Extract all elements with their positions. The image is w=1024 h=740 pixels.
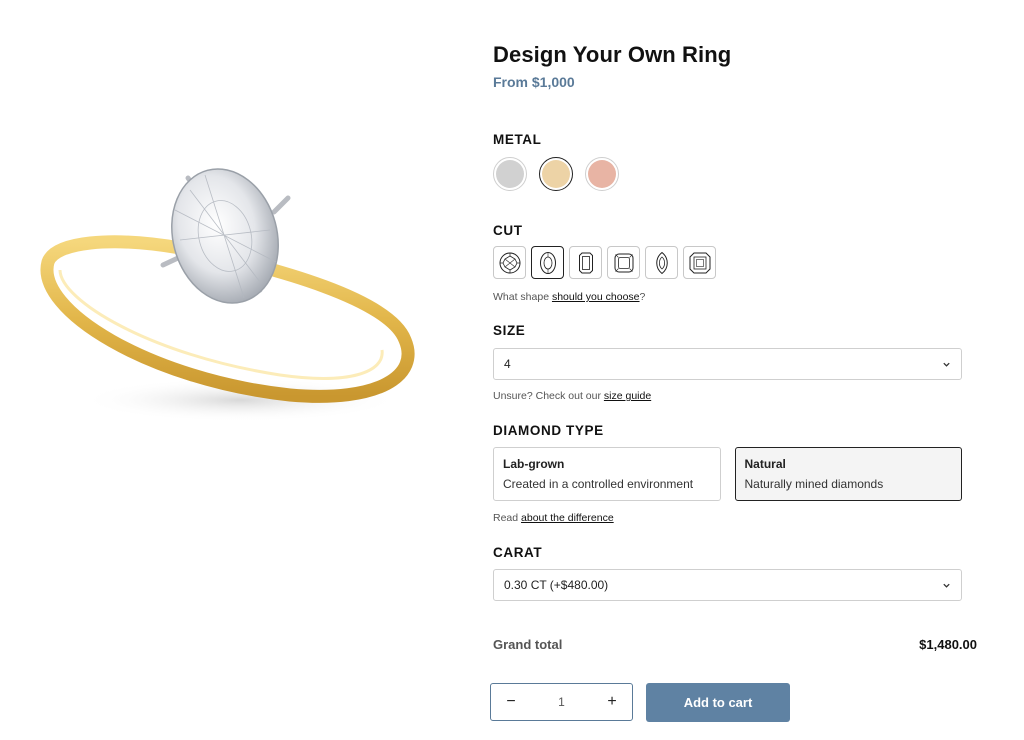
grand-total-value: $1,480.00 xyxy=(919,637,977,652)
metal-swatches xyxy=(493,157,619,191)
quantity-stepper: − + xyxy=(490,683,633,721)
ring-illustration xyxy=(40,168,415,422)
chevron-down-icon xyxy=(943,583,950,588)
cut-options xyxy=(493,246,716,279)
metal-swatch-yellow-gold[interactable] xyxy=(539,157,573,191)
emerald-cut-icon xyxy=(578,252,593,273)
cut-label: CUT xyxy=(493,223,523,238)
difference-link[interactable]: about the difference xyxy=(521,512,614,524)
marquise-cut-icon xyxy=(655,251,668,274)
quantity-increase-button[interactable]: + xyxy=(602,693,622,711)
carat-select[interactable]: 0.30 CT (+$480.00) xyxy=(493,569,962,601)
diamond-type-lab-grown[interactable]: Lab-grown Created in a controlled enviro… xyxy=(493,447,721,501)
cut-helper-text: What shape xyxy=(493,291,552,303)
round-cut-icon xyxy=(499,252,520,273)
asscher-cut-icon xyxy=(689,252,710,273)
cut-option-marquise[interactable] xyxy=(645,246,678,279)
diamond-type-desc: Naturally mined diamonds xyxy=(744,477,884,491)
metal-label: METAL xyxy=(493,132,542,147)
size-value: 4 xyxy=(504,357,511,371)
diamond-type-title: Natural xyxy=(744,457,786,471)
size-label: SIZE xyxy=(493,323,526,338)
cushion-cut-icon xyxy=(614,253,633,272)
metal-swatch-rose-gold[interactable] xyxy=(585,157,619,191)
chevron-down-icon xyxy=(943,362,950,367)
cut-helper: What shape should you choose? xyxy=(493,291,645,303)
quantity-input[interactable] xyxy=(541,695,582,709)
metal-swatch-white-gold[interactable] xyxy=(493,157,527,191)
add-to-cart-button[interactable]: Add to cart xyxy=(646,683,790,722)
cut-option-asscher[interactable] xyxy=(683,246,716,279)
cut-option-oval[interactable] xyxy=(531,246,564,279)
diamond-type-helper: Read about the difference xyxy=(493,512,614,524)
oval-cut-icon xyxy=(539,251,556,274)
cut-option-cushion[interactable] xyxy=(607,246,640,279)
diamond-type-natural[interactable]: Natural Naturally mined diamonds xyxy=(734,447,962,501)
cut-helper-suffix: ? xyxy=(639,291,646,303)
carat-value: 0.30 CT (+$480.00) xyxy=(504,578,609,592)
grand-total-label: Grand total xyxy=(493,637,563,652)
diamond-type-title: Lab-grown xyxy=(503,457,565,471)
rose-gold-color xyxy=(588,160,616,188)
product-title: Design Your Own Ring xyxy=(493,42,732,67)
product-price: From $1,000 xyxy=(493,74,575,90)
size-helper-text: Unsure? Check out our xyxy=(493,390,604,402)
cut-option-round[interactable] xyxy=(493,246,526,279)
quantity-decrease-button[interactable]: − xyxy=(501,693,521,711)
diamond-type-label: DIAMOND TYPE xyxy=(493,423,604,438)
cut-option-emerald[interactable] xyxy=(569,246,602,279)
diamond-type-desc: Created in a controlled environment xyxy=(503,477,694,491)
yellow-gold-color xyxy=(542,160,570,188)
size-helper: Unsure? Check out our size guide xyxy=(493,390,651,402)
size-guide-link[interactable]: size guide xyxy=(604,390,651,402)
cut-guide-link[interactable]: should you choose xyxy=(552,291,640,303)
size-select[interactable]: 4 xyxy=(493,348,962,380)
carat-label: CARAT xyxy=(493,545,543,560)
product-image xyxy=(30,150,430,440)
diamond-helper-text: Read xyxy=(493,512,522,524)
diamond-type-options: Lab-grown Created in a controlled enviro… xyxy=(493,447,962,501)
white-gold-color xyxy=(496,160,524,188)
